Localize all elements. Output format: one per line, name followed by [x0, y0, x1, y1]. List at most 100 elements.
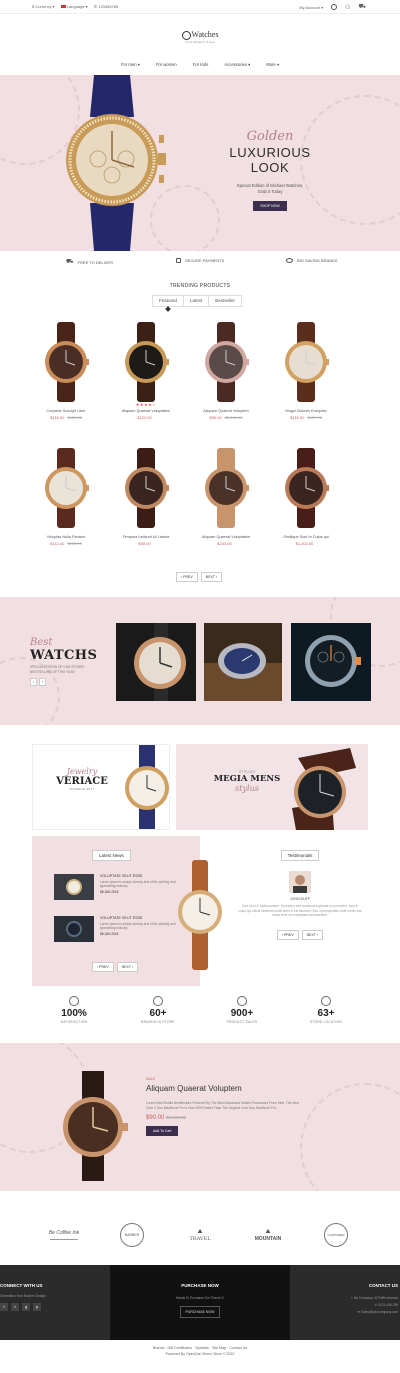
prev-label: PREV [284, 932, 294, 937]
deal-details: SALE Aliquam Quaerat Voluptem Lorem Inte… [146, 1077, 316, 1137]
footer-purchase-title: PURCHASE NOW [181, 1283, 219, 1288]
google-plus-icon[interactable]: g [22, 1303, 30, 1311]
my-account-dropdown[interactable]: My Account ▾ [299, 5, 323, 10]
truck-icon: ⛟ [66, 259, 74, 265]
testimonial-prev-button[interactable]: ‹ PREV [276, 929, 299, 940]
product-name[interactable]: Aliquam Quaerat Voluptem [186, 409, 266, 413]
product-card[interactable]: Tempora Incidunt Ut Labore $98.00 [106, 448, 186, 546]
product-image [285, 448, 329, 528]
brand-logo[interactable]: BARBER [108, 1223, 156, 1247]
product-name[interactable]: Similique Sunt In Culpa qui [266, 535, 346, 539]
chevron-left-icon[interactable]: ‹ [30, 678, 38, 686]
brand-logo[interactable]: Be Coffee Ink [40, 1230, 88, 1240]
product-price: $1,202.00 [295, 541, 314, 546]
brands-carousel: Be Coffee Ink BARBER ⛰ TRAVEL ⛰ MOUNTAIN C… [0, 1215, 400, 1255]
news-item[interactable]: VOLUPTATE VELIT ESSE Lorem Ipsum is simpl… [54, 874, 184, 900]
product-rating [266, 402, 346, 407]
nav-label: For men [120, 62, 137, 67]
nav-item-for-kids[interactable]: For Kids [193, 62, 209, 67]
news-prev-button[interactable]: ‹ PREV [92, 962, 114, 972]
banner-megia-mens[interactable]: STYLISH MEGIA MENS stylus [176, 744, 368, 830]
deal-watch-image[interactable] [56, 1071, 130, 1181]
deal-title[interactable]: Aliquam Quaerat Voluptem [146, 1084, 316, 1093]
hero-slider[interactable]: Golden LUXURIOUS LOOK Special Edition of… [0, 75, 400, 251]
product-pagination: ‹ PREV NEXT › [176, 572, 223, 582]
banner-left-small: WOMENS 2017 [69, 787, 95, 791]
product-card[interactable]: Aliquam Quaerat Voluptatem $243.00 [186, 448, 266, 546]
section-title-trending: TRENDING PRODUCTS [169, 283, 231, 289]
product-card[interactable]: ★★★★☆ Aliquam Quaerat Voluptatem $122.00 [106, 322, 186, 420]
banner-jewelry-veriace[interactable]: Jewelry VERIACE WOMENS 2017 [32, 744, 170, 830]
nav-item-accessories[interactable]: Accessories ▾ [224, 62, 250, 67]
add-to-cart-button[interactable]: Add To Cart [146, 1126, 179, 1137]
best-watch-image-1[interactable] [116, 623, 196, 701]
prev-button[interactable]: ‹ PREV [176, 572, 198, 582]
currency-selector[interactable]: $ Currency ▾ [32, 4, 55, 9]
counter-label: PRODUCT SALES [226, 1020, 258, 1024]
footer-purchase: PURCHASE NOW Hands To Purchase Our Theme… [110, 1265, 290, 1340]
product-price: $116.00 [50, 415, 65, 420]
purchase-now-button[interactable]: PURCHASE NOW [179, 1306, 221, 1318]
banner-left-script: Jewelry [66, 767, 98, 776]
product-rating [266, 528, 346, 533]
testimonial-next-button[interactable]: NEXT › [301, 929, 324, 940]
tab-bestseller[interactable]: Bestseller [209, 296, 241, 306]
logo-name: Watches [191, 30, 219, 39]
phone-link[interactable]: ✆ 123456789 [94, 4, 119, 9]
nav-item-for-women[interactable]: For women [156, 62, 177, 67]
shop-now-button[interactable]: SHOP NOW [253, 201, 287, 211]
product-name[interactable]: Magni Dolores Eosquies [266, 409, 346, 413]
feature-free-delivery: ⛟ FREE TO DELIVER [66, 258, 113, 266]
product-card[interactable]: Aliquam Quaerat Voluptem $90.00 $2,000.00 [186, 322, 266, 420]
nav-label: Accessories [224, 62, 247, 67]
site-logo[interactable]: Watches Your Modern Store [0, 30, 400, 44]
twitter-icon[interactable]: t [11, 1303, 19, 1311]
search-icon[interactable] [331, 4, 338, 10]
cart-icon[interactable]: ⛟ [358, 3, 366, 11]
product-name[interactable]: Corpanis Suscipit Liber [26, 409, 106, 413]
user-icon[interactable]: ⚇ [345, 4, 350, 11]
chat-icon [237, 996, 247, 1006]
contact-email-link[interactable]: ✉ Sales@yourcompany.com [298, 1309, 398, 1316]
product-name[interactable]: Tempora Incidunt Ut Labore [106, 535, 186, 539]
nav-item-for-men[interactable]: For men ▾ [121, 62, 140, 67]
news-next-button[interactable]: NEXT › [116, 962, 139, 972]
pinterest-icon[interactable]: p [33, 1303, 41, 1311]
brand-logo[interactable]: ⛰ TRAVEL [176, 1229, 224, 1242]
tab-featured[interactable]: Featured [153, 296, 185, 306]
news-image [54, 874, 94, 900]
counter-brands: 60+ BRANDS IN STORE [128, 996, 188, 1024]
language-selector[interactable]: Language ▾ [60, 4, 88, 9]
product-card[interactable]: Voluptas Nulla Pariatur $112.40 $123.00 [26, 448, 106, 546]
product-card[interactable]: Magni Dolores Eosquies $115.00 $137.00 [266, 322, 346, 420]
product-card[interactable]: Similique Sunt In Culpa qui $1,202.00 [266, 448, 346, 546]
counter-value: 100% [61, 1008, 87, 1019]
nav-label: More [266, 62, 276, 67]
next-button[interactable]: NEXT › [200, 572, 223, 582]
news-item[interactable]: VOLUPTATE VELIT ESSE Lorem Ipsum is simpl… [54, 916, 184, 942]
tab-latest[interactable]: Latest [184, 296, 210, 306]
product-image [205, 322, 249, 402]
brand-logo[interactable]: ⛰ MOUNTAIN [244, 1229, 292, 1242]
chevron-right-icon[interactable]: › [39, 678, 47, 686]
special-deal-section: SALE Aliquam Quaerat Voluptem Lorem Inte… [0, 1043, 400, 1191]
facebook-icon[interactable]: f [0, 1303, 8, 1311]
product-old-price: $137.00 [307, 415, 322, 420]
best-watch-image-3[interactable] [291, 623, 371, 701]
product-name[interactable]: Aliquam Quaerat Voluptatem [106, 409, 186, 413]
product-card[interactable]: Corpanis Suscipit Liber $116.00 $122.00 [26, 322, 106, 420]
product-rating [26, 528, 106, 533]
heart-icon [153, 996, 163, 1006]
product-image-wrap [26, 448, 106, 528]
product-name[interactable]: Aliquam Quaerat Voluptatem [186, 535, 266, 539]
counter-value: 60+ [149, 1008, 167, 1019]
nav-item-more[interactable]: More ▾ [266, 62, 279, 67]
brand-logo[interactable]: CUSTOMER [312, 1223, 360, 1247]
product-image-wrap [186, 448, 266, 528]
brand-name: Be Coffee Ink [48, 1230, 80, 1236]
footer-connect-title: CONNECT WITH US [0, 1283, 43, 1288]
best-watch-image-2[interactable] [204, 623, 282, 701]
feature-secure-payments: SECURE PAYMENTS [176, 258, 224, 263]
product-rating [186, 528, 266, 533]
product-name[interactable]: Voluptas Nulla Pariatur [26, 535, 106, 539]
